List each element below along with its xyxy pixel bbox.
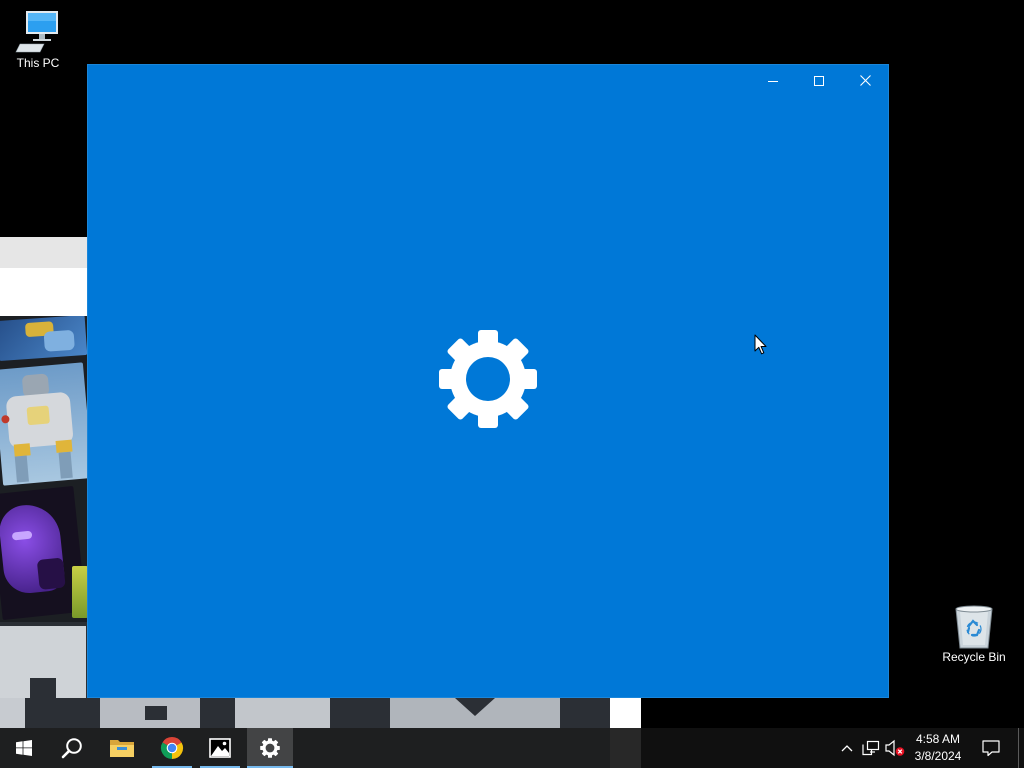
chevron-up-icon bbox=[841, 745, 853, 752]
action-center-button[interactable] bbox=[974, 728, 1008, 768]
minimize-icon bbox=[768, 80, 778, 82]
settings-icon bbox=[260, 738, 280, 758]
taskbar-file-explorer[interactable] bbox=[98, 728, 146, 768]
file-explorer-icon bbox=[110, 740, 134, 757]
computer-icon bbox=[15, 11, 58, 53]
notification-icon bbox=[982, 740, 1000, 757]
search-button[interactable] bbox=[48, 728, 96, 768]
network-button[interactable] bbox=[860, 728, 882, 768]
taskbar-settings[interactable] bbox=[247, 728, 293, 768]
gear-icon bbox=[439, 330, 537, 428]
clock-date: 3/8/2024 bbox=[914, 749, 962, 763]
start-button[interactable] bbox=[0, 728, 48, 768]
desktop-icon-label: This PC bbox=[16, 56, 60, 70]
desktop-icon-recycle-bin[interactable]: Recycle Bin bbox=[937, 602, 1011, 664]
windows-logo-icon bbox=[16, 740, 32, 756]
minimize-button[interactable] bbox=[750, 65, 796, 96]
show-desktop-button[interactable] bbox=[1018, 728, 1024, 768]
desktop-icon-this-pc[interactable]: This PC bbox=[1, 8, 75, 70]
game-thumbnail[interactable] bbox=[0, 362, 93, 486]
clock-time: 4:58 AM bbox=[915, 732, 961, 746]
close-button[interactable] bbox=[842, 65, 888, 96]
settings-window[interactable] bbox=[88, 65, 888, 697]
volume-muted-icon bbox=[885, 739, 905, 757]
close-icon bbox=[859, 75, 871, 86]
taskbar-translucency bbox=[610, 728, 641, 768]
maximize-button[interactable] bbox=[796, 65, 842, 96]
taskbar-chrome[interactable] bbox=[148, 728, 196, 768]
taskbar-clock[interactable]: 4:58 AM 3/8/2024 bbox=[908, 728, 968, 768]
volume-button[interactable] bbox=[884, 728, 906, 768]
taskbar[interactable]: 4:58 AM 3/8/2024 bbox=[0, 728, 1024, 768]
maximize-icon bbox=[814, 75, 824, 86]
photos-icon bbox=[209, 738, 231, 758]
network-icon bbox=[862, 740, 880, 756]
game-thumbnail[interactable] bbox=[72, 566, 88, 618]
chrome-icon bbox=[160, 736, 184, 759]
show-hidden-icons-button[interactable] bbox=[836, 728, 858, 768]
taskbar-photos[interactable] bbox=[196, 728, 244, 768]
search-icon bbox=[61, 738, 82, 759]
game-thumbnail[interactable] bbox=[0, 316, 88, 362]
recycle-bin-icon bbox=[955, 605, 993, 649]
desktop-icon-label: Recycle Bin bbox=[942, 650, 1006, 664]
